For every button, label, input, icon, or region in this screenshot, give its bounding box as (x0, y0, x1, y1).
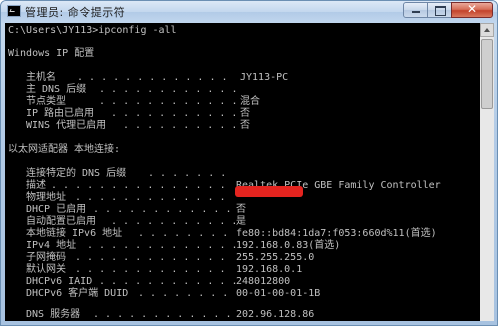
adapter-row-label: 描述 (26, 180, 46, 191)
adapter-header: 以太网适配器 本地连接: (8, 144, 121, 155)
adapter-row-dots: . . . . . . . . . . . . . . . (51, 180, 226, 191)
window-controls: ✕ (403, 2, 493, 20)
host-row-value: 否 (240, 108, 250, 119)
adapter-row-value: 是 (236, 216, 246, 227)
host-row-dots: . . . . . . . . . . . (111, 108, 238, 119)
adapter-row-dots: . . . . . . . . (138, 228, 229, 239)
adapter-row-value: 00-01-00-01-1B (236, 288, 321, 299)
maximize-icon (435, 6, 446, 16)
adapter-row-value: 否 (236, 204, 246, 215)
host-row-label: 节点类型 (26, 96, 66, 107)
adapter-row-label: DHCP 已启用 (26, 204, 87, 215)
adapter-row-dots: . . . . . . . . (138, 288, 229, 299)
host-row-label: 主机名 (26, 72, 56, 83)
host-row-label: 主 DNS 后缀 (26, 84, 87, 95)
adapter-row-dots: . . . . . . . . . . . . . (75, 252, 226, 263)
host-row-dots: . . . . . . . . . . . . (99, 84, 238, 95)
adapter-row-label: IPv4 地址 (26, 240, 77, 251)
adapter-row-dots: . . . . . . . . . . . . . (75, 264, 226, 275)
scrollbar-thumb[interactable] (481, 39, 493, 109)
adapter-row-value: 192.168.0.1 (236, 264, 303, 275)
adapter-row-dots: . . . . . . . . . . . . (93, 204, 232, 215)
adapter-row-value: 248012800 (236, 276, 291, 287)
vertical-scrollbar[interactable] (480, 23, 494, 321)
close-button[interactable]: ✕ (451, 2, 493, 18)
close-icon: ✕ (466, 2, 478, 16)
adapter-row-value: 255.255.255.0 (236, 252, 315, 263)
adapter-row-label: 自动配置已启用 (26, 216, 96, 227)
dns-server-value: 202.96.128.86 (236, 309, 315, 320)
adapter-row-dots: . . . . . . . . . . . . (99, 276, 238, 287)
scroll-up-icon[interactable] (480, 23, 494, 37)
adapter-row-value: 192.168.0.83(首选) (236, 240, 341, 251)
adapter-row-label: 默认网关 (26, 264, 66, 275)
dns-server-dots: . . . . . . . . . . . . (93, 309, 232, 320)
maximize-button[interactable] (427, 2, 452, 18)
physical-address-redaction (235, 186, 303, 197)
adapter-row-value: fe80::bd84:1da7:f053:660d%11(首选) (236, 228, 437, 239)
prompt-line: C:\Users\JY113>ipconfig -all (8, 25, 177, 36)
adapter-row-label: DHCPv6 客户端 DUID (26, 288, 129, 299)
adapter-row-dots: . . . . . . . . . . . . . (75, 192, 226, 203)
host-row-dots: . . . . . . . . . . (123, 120, 238, 131)
adapter-row-label: DHCPv6 IAID (26, 276, 93, 287)
cmd-icon (7, 5, 21, 17)
adapter-row-label: 子网掩码 (26, 252, 66, 263)
minimize-icon (412, 11, 420, 13)
title-bar[interactable]: 管理员: 命令提示符 ✕ (1, 1, 497, 23)
adapter-row-label: 本地链接 IPv6 地址 (26, 228, 123, 239)
host-row-label: WINS 代理已启用 (26, 120, 107, 131)
host-row-dots: . . . . . . . . . . . . (99, 96, 238, 107)
adapter-row-dots: . . . . . . . . . . . (111, 216, 238, 227)
adapter-row-label: 物理地址 (26, 192, 66, 203)
minimize-button[interactable] (403, 2, 428, 18)
host-row-label: IP 路由已启用 (26, 108, 95, 119)
command-prompt-window: 管理员: 命令提示符 ✕ C:\Users\JY113>ipconfig -al… (0, 0, 498, 326)
adapter-row-dots: . . . . . . . . . . . . . (87, 240, 238, 251)
adapter-row-label: 连接特定的 DNS 后缀 (26, 168, 127, 179)
dns-server-label: DNS 服务器 (26, 309, 81, 320)
console-output[interactable]: C:\Users\JY113>ipconfig -all Windows IP … (5, 23, 480, 321)
host-row-value: JY113-PC (240, 72, 289, 83)
adapter-row-dots: . . . . . . . (148, 168, 227, 179)
host-row-value: 否 (240, 120, 250, 131)
host-row-value: 混合 (240, 96, 260, 107)
host-row-dots: . . . . . . . . . . . . . (77, 72, 228, 83)
window-title: 管理员: 命令提示符 (25, 6, 126, 19)
ip-config-header: Windows IP 配置 (8, 48, 95, 59)
